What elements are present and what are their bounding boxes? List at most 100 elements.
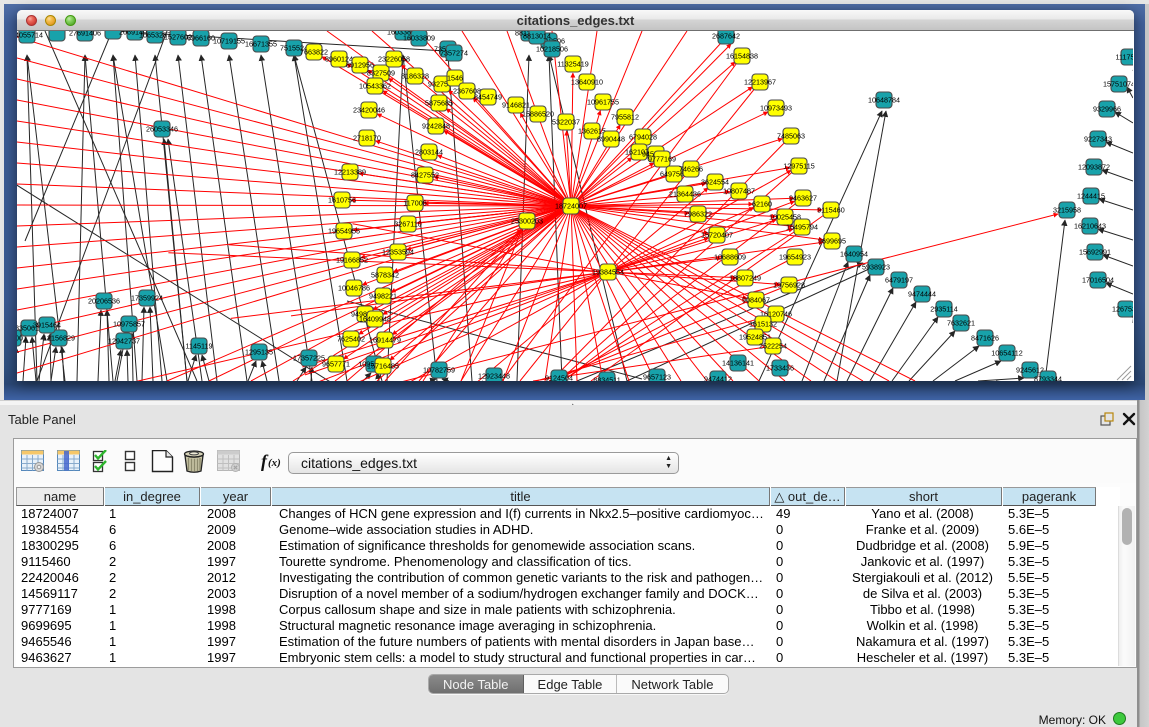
- svg-text:14055714: 14055714: [17, 31, 43, 40]
- svg-text:1546: 1546: [447, 74, 463, 83]
- svg-text:117006: 117006: [403, 199, 426, 208]
- svg-text:12923448: 12923448: [478, 372, 510, 381]
- svg-text:8327509: 8327509: [367, 69, 395, 78]
- svg-text:25300203: 25300203: [511, 217, 543, 226]
- svg-text:8186328: 8186328: [401, 72, 429, 81]
- svg-text:21364436: 21364436: [669, 190, 701, 199]
- svg-text:10807487: 10807487: [723, 187, 755, 196]
- svg-text:9474412: 9474412: [704, 375, 732, 382]
- svg-text:7986322: 7986322: [684, 210, 712, 219]
- svg-text:12975115: 12975115: [783, 162, 814, 171]
- svg-text:16671355: 16671355: [245, 40, 277, 49]
- svg-text:23420046: 23420046: [353, 106, 385, 115]
- svg-text:15751074: 15751074: [1103, 80, 1133, 89]
- svg-text:9699695: 9699695: [818, 237, 846, 246]
- svg-text:14136141: 14136141: [722, 359, 754, 368]
- svg-text:1295135: 1295135: [245, 348, 273, 357]
- svg-text:10719155: 10719155: [213, 37, 245, 46]
- svg-text:10046786: 10046786: [338, 284, 370, 293]
- svg-text:19756928: 19756928: [773, 281, 805, 290]
- svg-text:8834511: 8834511: [593, 376, 620, 382]
- svg-text:3267110: 3267110: [394, 220, 421, 229]
- svg-text:26053346: 26053346: [146, 125, 178, 134]
- svg-text:20206536: 20206536: [88, 297, 120, 306]
- svg-text:62160: 62160: [752, 200, 772, 209]
- svg-text:7663822: 7663822: [300, 48, 328, 57]
- svg-text:16409948: 16409948: [359, 315, 391, 324]
- svg-text:9242848: 9242848: [422, 122, 450, 131]
- svg-text:13640910: 13640910: [571, 78, 603, 87]
- svg-text:5878342: 5878342: [371, 271, 399, 280]
- svg-text:3624554: 3624554: [701, 178, 729, 187]
- svg-text:17359924: 17359924: [131, 294, 163, 303]
- svg-text:15692991: 15692991: [1079, 248, 1111, 257]
- svg-text:9498221: 9498221: [369, 292, 397, 301]
- svg-text:12213389: 12213389: [334, 168, 366, 177]
- svg-text:1733436: 1733436: [766, 364, 794, 373]
- svg-text:15716485: 15716485: [367, 362, 399, 371]
- svg-text:1610756: 1610756: [328, 196, 356, 205]
- svg-text:10782759: 10782759: [423, 366, 455, 375]
- svg-text:16033809: 16033809: [403, 34, 435, 43]
- svg-text:5322037: 5322037: [552, 118, 580, 127]
- svg-text:10654112: 10654112: [991, 349, 1022, 358]
- svg-text:6794028: 6794028: [629, 133, 657, 142]
- svg-text:16914479: 16914479: [369, 336, 401, 345]
- svg-text:9227343: 9227343: [1084, 135, 1112, 144]
- svg-text:7357274: 7357274: [440, 49, 468, 58]
- svg-text:19654923: 19654923: [779, 253, 811, 262]
- svg-text:9474444: 9474444: [908, 290, 936, 299]
- svg-text:16154838: 16154838: [726, 52, 758, 61]
- svg-text:8454749: 8454749: [474, 93, 502, 102]
- svg-text:5938923: 5938923: [862, 263, 890, 272]
- svg-text:18807249: 18807249: [729, 274, 761, 283]
- svg-text:9657123: 9657123: [643, 373, 671, 382]
- svg-text:9777169: 9777169: [648, 155, 676, 164]
- svg-text:8427552: 8427552: [411, 171, 439, 180]
- svg-text:8471626: 8471626: [971, 334, 999, 343]
- svg-text:16495794: 16495794: [786, 223, 818, 232]
- svg-text:8793344: 8793344: [1034, 375, 1062, 382]
- svg-text:10975857: 10975857: [113, 320, 145, 329]
- svg-text:16210643: 16210643: [1074, 222, 1106, 231]
- svg-text:9657771: 9657771: [322, 360, 350, 369]
- svg-text:7955812: 7955812: [611, 113, 639, 122]
- svg-text:1117534: 1117534: [1116, 53, 1133, 62]
- svg-text:19654955: 19654955: [328, 227, 360, 236]
- svg-text:19166852: 19166852: [336, 256, 368, 265]
- svg-text:9463627: 9463627: [789, 194, 817, 203]
- svg-text:6479197: 6479197: [885, 276, 913, 285]
- svg-text:7485063: 7485063: [777, 132, 805, 141]
- svg-text:12353594: 12353594: [382, 248, 414, 257]
- svg-text:5875685: 5875685: [425, 99, 453, 108]
- svg-text:10543362: 10543362: [359, 82, 391, 91]
- svg-text:10648784: 10648784: [868, 96, 900, 105]
- svg-text:6966160: 6966160: [187, 34, 215, 43]
- svg-text:2687642: 2687642: [712, 32, 740, 41]
- svg-text:19384554: 19384554: [592, 268, 624, 277]
- svg-text:2935114: 2935114: [930, 305, 957, 314]
- svg-text:746266: 746266: [679, 165, 703, 174]
- svg-text:2522254: 2522254: [759, 342, 787, 351]
- svg-text:23226058: 23226058: [378, 55, 410, 64]
- svg-text:1145119: 1145119: [186, 342, 213, 351]
- svg-text:1640954: 1640954: [840, 250, 868, 259]
- svg-text:27691406: 27691406: [69, 31, 101, 38]
- svg-text:12213967: 12213967: [744, 78, 776, 87]
- svg-text:3215958: 3215958: [1053, 206, 1081, 215]
- svg-text:2803144: 2803144: [415, 148, 443, 157]
- svg-text:12156829: 12156829: [43, 334, 75, 343]
- svg-text:8990448: 8990448: [597, 135, 625, 144]
- svg-text:18724007: 18724007: [555, 202, 587, 211]
- svg-text:17357225: 17357225: [293, 354, 325, 363]
- svg-text:1615132: 1615132: [749, 320, 777, 329]
- svg-text:11325419: 11325419: [557, 60, 588, 69]
- svg-text:7632621: 7632621: [947, 319, 975, 328]
- svg-text:1244415: 1244415: [1077, 192, 1105, 201]
- svg-text:(x): (x): [268, 457, 281, 469]
- svg-text:1267534: 1267534: [1112, 305, 1133, 314]
- svg-text:15720407: 15720407: [701, 231, 733, 240]
- svg-text:10218506: 10218506: [536, 45, 568, 54]
- svg-text:15886520: 15886520: [522, 110, 554, 119]
- svg-text:9115460: 9115460: [817, 206, 844, 215]
